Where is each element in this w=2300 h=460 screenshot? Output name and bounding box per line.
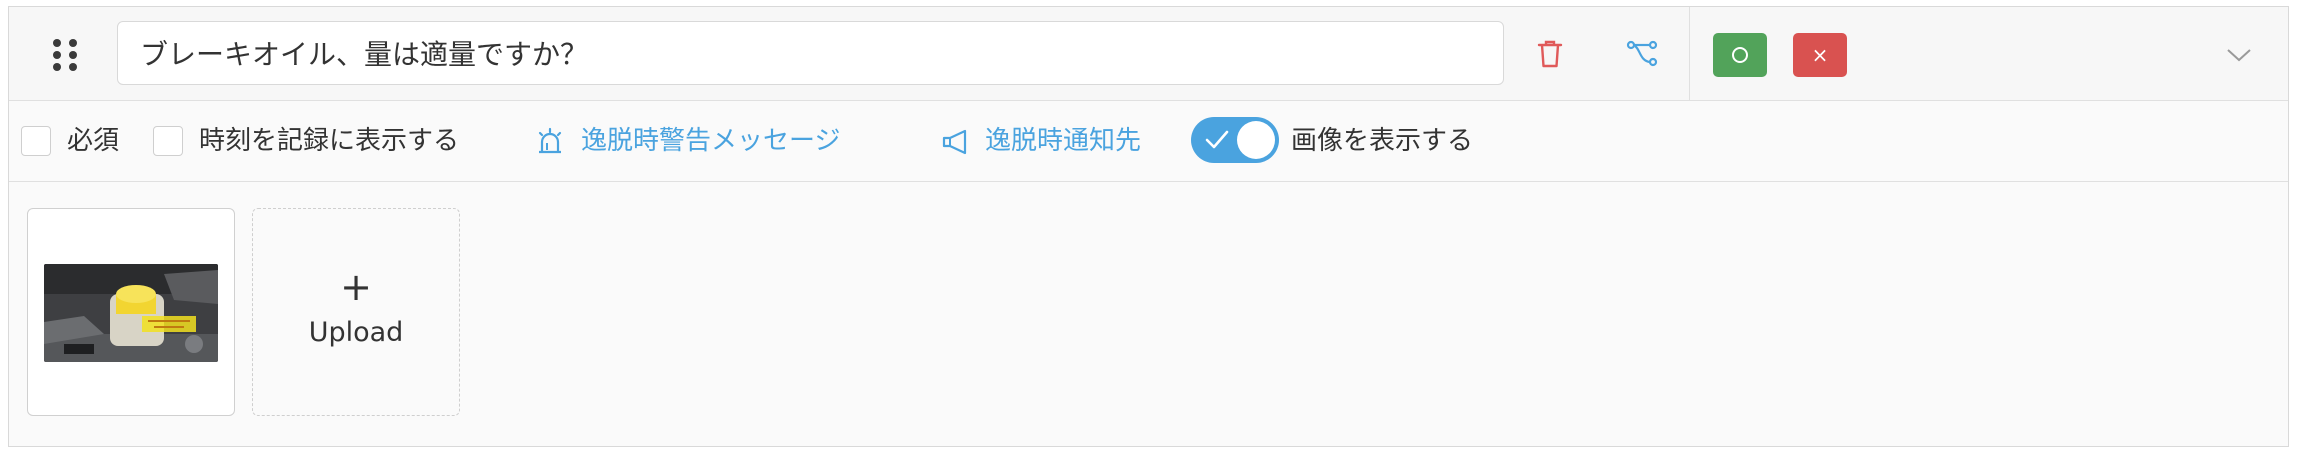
- record-time-label: 時刻を記録に表示する: [199, 126, 460, 156]
- chevron-down-icon: [2227, 49, 2251, 62]
- collapse-button[interactable]: [2219, 37, 2259, 73]
- notify-target-link[interactable]: 逸脱時通知先: [985, 123, 1141, 159]
- header-divider: [1689, 7, 1690, 100]
- record-time-checkbox[interactable]: [153, 126, 183, 156]
- answer-ng-button[interactable]: ×: [1793, 33, 1847, 77]
- delete-button[interactable]: [1529, 33, 1571, 75]
- brake-fluid-photo: [44, 264, 218, 362]
- branch-icon: [1626, 40, 1658, 67]
- toggle-knob: [1237, 121, 1275, 159]
- upload-label: Upload: [308, 317, 404, 348]
- drag-handle-icon[interactable]: [53, 39, 79, 71]
- check-icon: [1205, 130, 1229, 149]
- circle-icon: [1732, 47, 1748, 63]
- plus-icon: +: [340, 265, 372, 309]
- show-image-toggle[interactable]: [1191, 117, 1279, 163]
- question-text-input[interactable]: [117, 21, 1504, 85]
- required-checkbox[interactable]: [21, 126, 51, 156]
- branch-button[interactable]: [1621, 33, 1663, 75]
- image-thumbnail[interactable]: [27, 208, 235, 416]
- cross-icon: ×: [1811, 43, 1829, 67]
- upload-button[interactable]: + Upload: [252, 208, 460, 416]
- trash-icon: [1537, 40, 1563, 68]
- question-header: ×: [9, 7, 2288, 101]
- question-card: × 必須 時刻を記録に表示する 逸脱時警告メッセージ 逸脱時通知先: [8, 6, 2289, 447]
- options-bar: 必須 時刻を記録に表示する 逸脱時警告メッセージ 逸脱時通知先 画像を表示する: [9, 101, 2288, 182]
- megaphone-icon: [942, 129, 967, 155]
- alarm-icon: [538, 127, 562, 154]
- warning-message-link[interactable]: 逸脱時警告メッセージ: [581, 123, 840, 159]
- answer-ok-button[interactable]: [1713, 33, 1767, 77]
- show-image-label: 画像を表示する: [1291, 126, 1474, 156]
- required-label: 必須: [67, 126, 120, 156]
